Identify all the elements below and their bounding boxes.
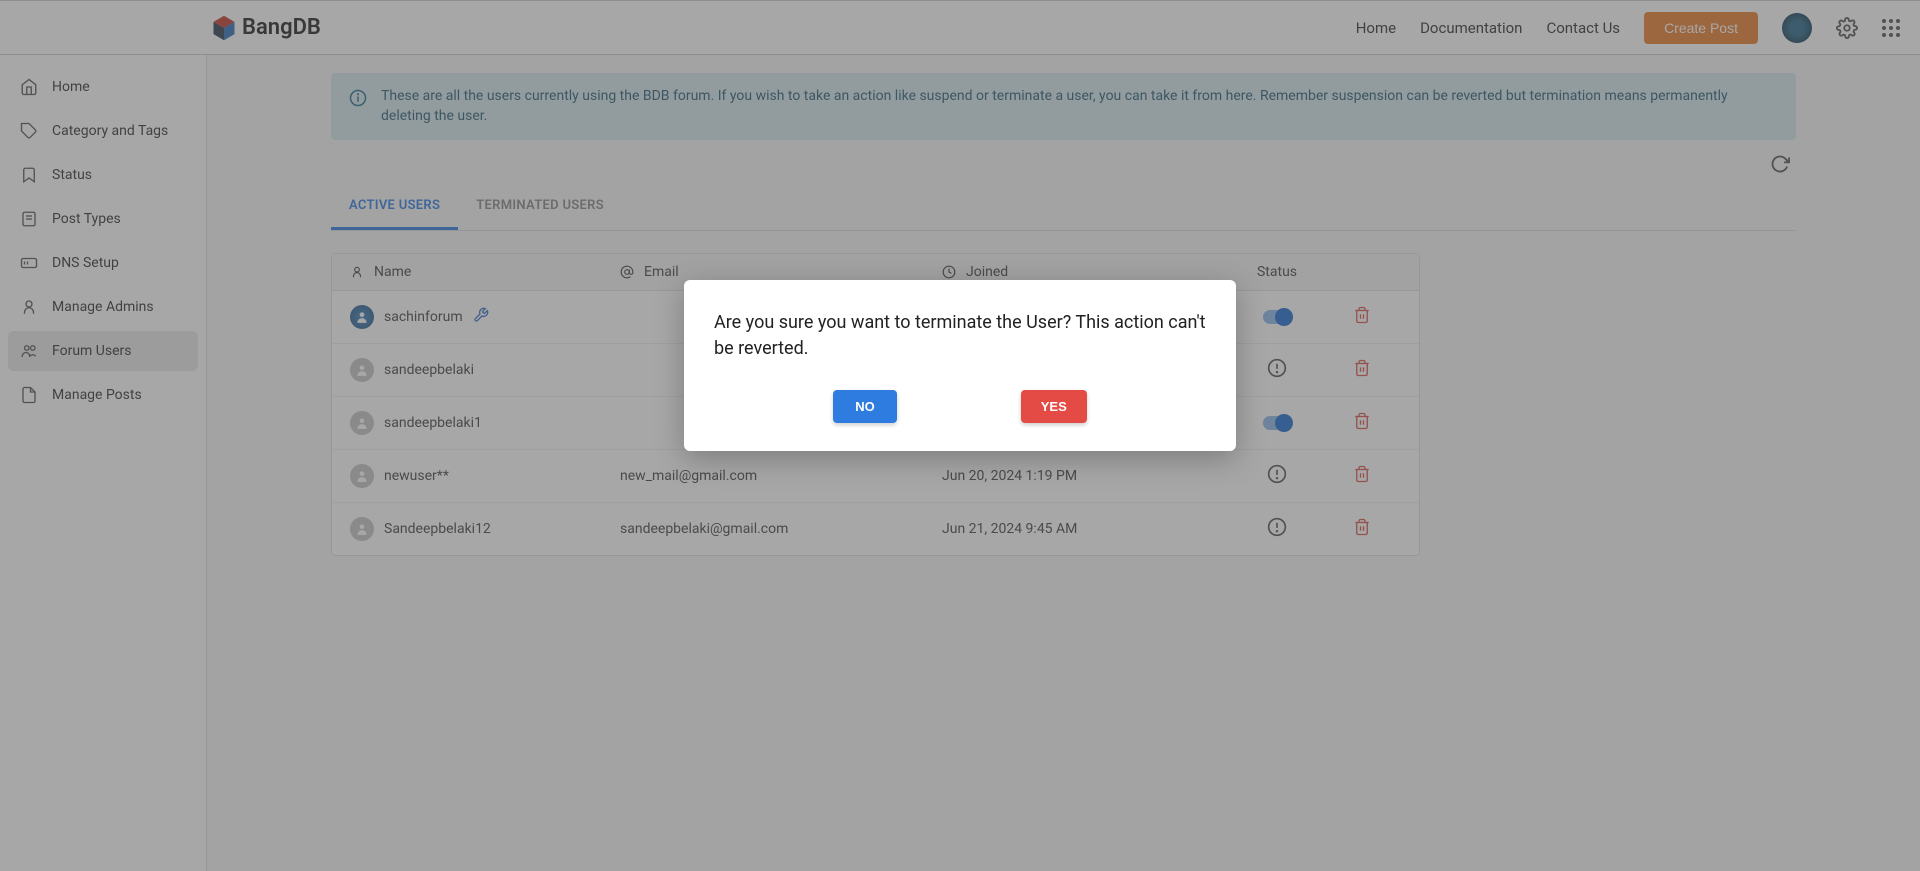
modal-yes-button[interactable]: YES [1021,390,1087,423]
modal-buttons: NO YES [714,390,1206,423]
terminate-modal: Are you sure you want to terminate the U… [684,280,1236,451]
modal-no-button[interactable]: NO [833,390,897,423]
modal-text: Are you sure you want to terminate the U… [714,310,1206,362]
